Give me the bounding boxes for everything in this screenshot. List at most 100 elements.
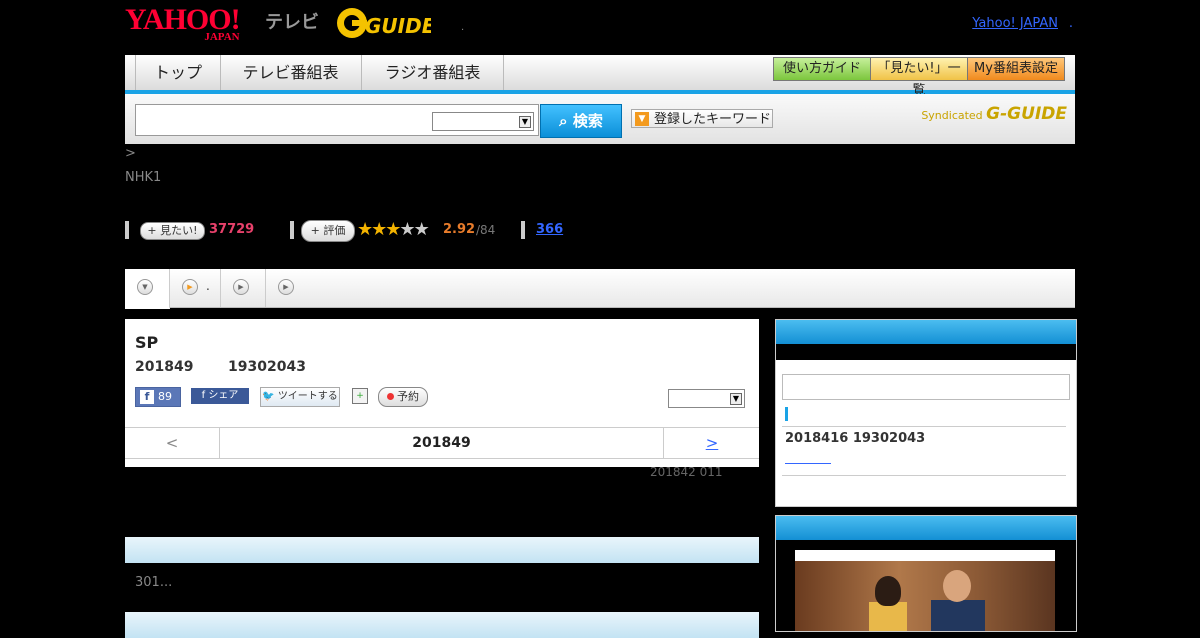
add-clip-icon[interactable]: + [352, 388, 368, 404]
svg-text:GUIDE: GUIDE [365, 14, 431, 38]
play-circle-icon: ▶ [233, 279, 249, 295]
want-to-watch-label: 見たい! [160, 224, 198, 237]
program-date-nav: < 201849 > [125, 427, 759, 459]
program-select[interactable]: ▼ [668, 389, 745, 408]
divider [782, 475, 1066, 476]
rate-button[interactable]: + 評価 [301, 220, 355, 242]
review-count-link[interactable]: 366 [536, 222, 563, 237]
play-circle-icon: ▶ [182, 279, 198, 295]
chevron-down-icon: ▼ [519, 116, 531, 128]
yahoo-logo[interactable]: YAHOO! JAPAN [125, 5, 241, 43]
sidebar-input[interactable] [782, 374, 1070, 400]
nav-tab-radio-schedule[interactable]: ラジオ番組表 [362, 55, 504, 90]
updated-timestamp: 201842 011 [650, 465, 723, 479]
tab-3[interactable]: ▶ [221, 269, 266, 307]
nav-tab-tv-schedule[interactable]: テレビ番組表 [220, 55, 362, 90]
program-panel: SP 201849 19302043 f 89 f シェア 🐦 ツイートする + … [125, 319, 759, 467]
play-circle-icon: ▶ [278, 279, 294, 295]
prev-day-button[interactable]: < [125, 428, 220, 458]
syndicated-brand: G-GUIDE [986, 104, 1067, 124]
record-reserve-label: 予約 [397, 390, 419, 403]
sidebar-section-marker [785, 407, 788, 421]
content-tabs: ▼ ▶ . ▶ ▶ [125, 269, 1075, 309]
watchlist-button[interactable]: 「見たい!」一覧 [870, 57, 968, 98]
my-schedule-settings-button[interactable]: My番組表設定 [967, 57, 1065, 81]
tweet-label: ツイートする [277, 391, 338, 402]
search-category-select[interactable]: ▼ [432, 112, 534, 131]
promo-figure [869, 602, 907, 631]
facebook-like-count: 89 [158, 390, 172, 403]
sidebar-promo-box [775, 515, 1077, 632]
gguide-logo[interactable]: GUIDE [335, 6, 431, 40]
program-title: SP [135, 333, 159, 352]
rating-score: 2.92 [443, 222, 476, 237]
sidebar-link[interactable] [785, 449, 831, 464]
rating-stars: ★★★★★ [357, 219, 430, 240]
promo-image-scene [795, 561, 1055, 631]
want-to-watch-button[interactable]: + 見たい! [140, 222, 205, 240]
section-header-bar [125, 537, 759, 563]
section-header-bar [125, 612, 759, 638]
facebook-icon: f [201, 390, 206, 401]
next-day-button[interactable]: > [663, 428, 760, 458]
facebook-share-button[interactable]: f シェア [191, 388, 249, 404]
tab-program-info[interactable]: ▼ [125, 269, 170, 309]
star-icon: ★ [399, 219, 415, 240]
facebook-icon: f [140, 390, 154, 404]
yahoo-link-suffix: . [1068, 16, 1073, 31]
facebook-share-label: シェア [208, 390, 239, 401]
facebook-like-button[interactable]: f 89 [135, 387, 181, 407]
promo-figure [943, 570, 971, 602]
nav-current-date: 201849 [412, 435, 471, 451]
nav-tab-top[interactable]: トップ [135, 55, 221, 90]
search-button[interactable]: ⌕ 検索 [540, 104, 622, 138]
star-icon: ★ [371, 219, 387, 240]
program-description: 301... [135, 575, 173, 590]
promo-image[interactable] [795, 550, 1055, 631]
sidebar-box: 2018416 19302043 [775, 319, 1077, 507]
tab-2-label: . [206, 279, 210, 293]
yahoo-japan-link[interactable]: Yahoo! JAPAN [972, 16, 1058, 31]
twitter-bird-icon: 🐦 [262, 391, 275, 402]
program-date: 201849 [135, 359, 194, 375]
channel-name: NHK1 [125, 170, 162, 185]
plus-icon: + [147, 224, 157, 237]
sidebar-box-header [776, 320, 1076, 344]
saved-keywords-button[interactable]: ▼ 登録したキーワード [631, 109, 773, 128]
record-reserve-button[interactable]: 予約 [378, 387, 428, 407]
chevron-down-circle-icon: ▼ [137, 279, 153, 295]
divider [782, 426, 1066, 427]
want-to-watch-count: 37729 [209, 222, 255, 237]
star-half-icon: ★ [385, 219, 401, 240]
promo-figure [875, 576, 901, 606]
search-bar: ▼ ⌕ 検索 ▼ 登録したキーワード Syndicated G-GUIDE [125, 94, 1075, 144]
star-icon: ★ [357, 219, 373, 240]
tweet-button[interactable]: 🐦 ツイートする [260, 387, 340, 407]
tab-2[interactable]: ▶ . [170, 269, 221, 307]
header-dot: . [461, 22, 465, 33]
main-nav: トップ テレビ番組表 ラジオ番組表 使い方ガイド 「見たい!」一覧 My番組表設… [125, 55, 1075, 98]
sidebar-box-strip [776, 344, 1076, 360]
syndicated-gguide-logo: Syndicated G-GUIDE [921, 104, 1067, 124]
rating-count: /84 [476, 223, 496, 237]
search-icon: ⌕ [559, 112, 568, 130]
record-dot-icon [387, 393, 394, 400]
page-wrap: YAHOO! JAPAN テレビ GUIDE . Yahoo! JAPAN . … [125, 0, 1077, 638]
stat-divider [125, 221, 129, 239]
chevron-down-icon: ▼ [730, 393, 742, 405]
search-button-label: 検索 [572, 112, 603, 130]
promo-figure [931, 600, 985, 631]
plus-icon: + [310, 224, 320, 237]
breadcrumb[interactable]: > [125, 146, 136, 161]
sidebar-promo-header [776, 516, 1076, 540]
stat-divider [290, 221, 294, 239]
sidebar-date: 2018416 19302043 [785, 431, 926, 446]
saved-keywords-label: 登録したキーワード [654, 112, 772, 127]
dropdown-triangle-icon: ▼ [635, 112, 649, 126]
program-time: 19302043 [228, 359, 306, 375]
usage-guide-button[interactable]: 使い方ガイド [773, 57, 871, 81]
tv-logo-text: テレビ [265, 12, 319, 33]
stat-divider [521, 221, 525, 239]
rate-label: 評価 [323, 224, 346, 237]
tab-4[interactable]: ▶ [266, 269, 310, 307]
